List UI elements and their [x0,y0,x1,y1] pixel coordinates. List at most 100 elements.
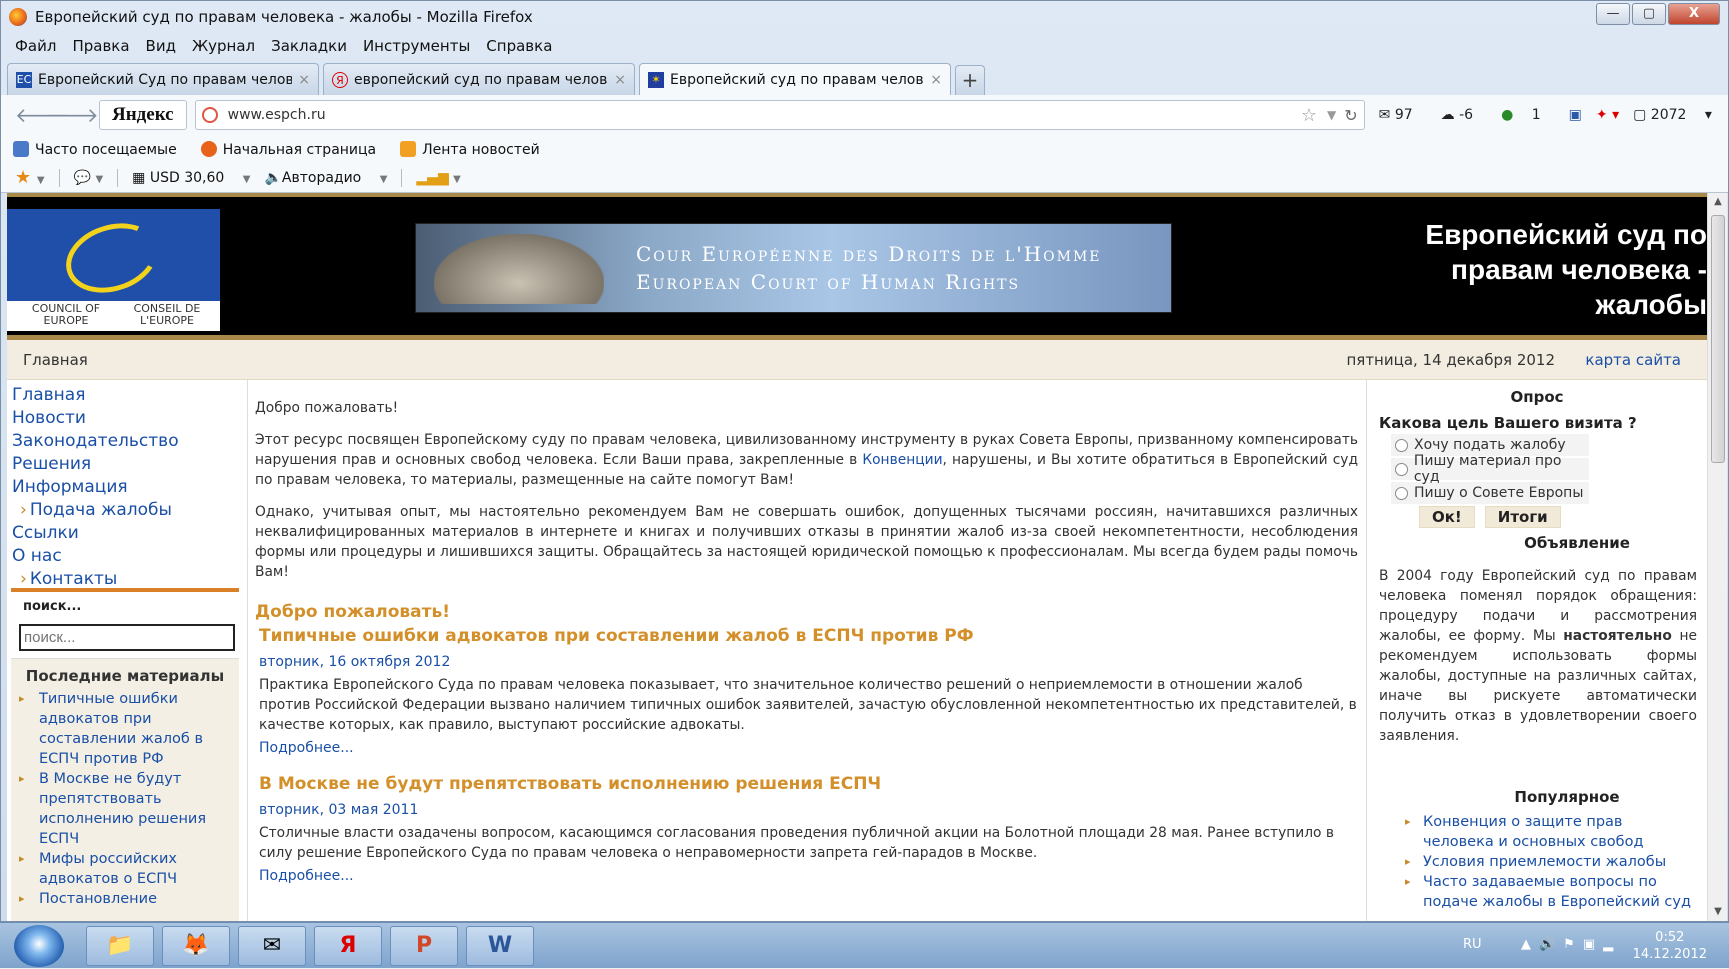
popular-item[interactable]: Условия приемлемости жалобы [1405,852,1697,872]
separator [58,168,60,187]
radio-button[interactable] [1395,438,1408,452]
addon-icon[interactable]: ▣ [1569,107,1582,123]
back-arrow-icon[interactable]: 🡐 [15,103,69,127]
bookmark-home-page[interactable]: Начальная страница [200,140,388,158]
figure-icon[interactable]: ✦ ▾ [1596,107,1619,123]
forward-arrow-icon[interactable]: 🡒 [45,103,99,127]
article-text: Столичные власти озадачены вопросом, кас… [259,825,1334,861]
site-header: COUNCIL OF EUROPE CONSEIL DE L'EUROPE Co… [7,193,1707,340]
most-visited-icon [13,140,29,157]
signal-icon[interactable]: ▂▄▆ ▼ [416,170,460,186]
results-button[interactable]: Итоги [1484,506,1561,528]
article-text: Практика Европейского Суда по правам чел… [259,677,1357,733]
tab-label: европейский суд по правам челове... [354,71,609,88]
menu-item-home[interactable]: Главная [12,384,241,407]
menu-item-links[interactable]: Ссылки [12,522,241,545]
tab-1[interactable]: ЕС Европейский Суд по правам челове... × [7,63,319,95]
language-indicator[interactable]: RU [1463,937,1482,952]
recent-item[interactable]: Типичные ошибки адвокатов при составлени… [19,689,233,769]
chat-icon[interactable]: 💬 ▼ [74,170,104,186]
currency-widget[interactable]: ▦ USD 30,60 ▼ [132,170,250,186]
separator [401,168,403,187]
counter-widget[interactable]: ● 1 [1501,107,1555,123]
site-title: Европейский суд по правам человека - жал… [1425,219,1707,320]
scroll-up-icon[interactable]: ▲ [1708,193,1728,211]
popular-item[interactable]: Часто задаваемые вопросы по подаче жалоб… [1405,872,1697,912]
yandex-taskbar-icon[interactable]: Я [314,926,382,966]
minimize-button[interactable]: — [1596,3,1630,25]
new-tab-button[interactable]: + [955,65,985,95]
menu-history[interactable]: Журнал [192,37,255,55]
menu-item-news[interactable]: Новости [12,407,241,430]
tab-close-icon[interactable]: × [930,72,942,88]
mail-taskbar-icon[interactable]: ✉ [238,926,306,966]
menu-help[interactable]: Справка [486,37,552,55]
poll-option[interactable]: Пишу материал про суд [1391,453,1589,485]
tab-2[interactable]: Я европейский суд по правам челове... × [323,63,635,95]
close-button[interactable]: X [1668,3,1720,25]
current-date: пятница, 14 декабря 2012 [1346,351,1555,369]
bookmark-star-icon[interactable]: ☆ [1301,105,1317,126]
tab-close-icon[interactable]: × [614,72,626,88]
radio-button[interactable] [1395,486,1408,500]
sitemap-link[interactable]: карта сайта [1585,351,1681,369]
read-more-link[interactable]: Подробнее... [259,868,1358,884]
menu-item-decisions[interactable]: Решения [12,453,241,476]
article-title[interactable]: Типичные ошибки адвокатов при составлени… [259,626,1358,646]
page-scrollbar[interactable]: ▲ ▼ [1707,193,1727,921]
powerpoint-taskbar-icon[interactable]: P [390,926,458,966]
bookmark-most-visited[interactable]: Часто посещаемые [13,140,189,158]
menu-item-submit-complaint[interactable]: Подача жалобы [12,499,241,522]
article-date: вторник, 16 октября 2012 [259,654,451,670]
favorites-star-icon[interactable]: ★ ▼ [15,167,45,188]
clock[interactable]: 0:52 14.12.2012 [1633,929,1707,963]
poll-question: Какова цель Вашего визита ? [1379,414,1637,432]
article-title[interactable]: В Москве не будут препятствовать исполне… [259,774,1358,794]
menu-item-information[interactable]: Информация [12,476,241,499]
firefox-taskbar-icon[interactable]: 🦊 [162,926,230,966]
pages-widget[interactable]: ▢ 2072 ▾ [1633,107,1712,123]
reload-icon[interactable]: ↻ [1344,106,1357,125]
breadcrumb-home[interactable]: Главная [23,351,88,369]
tray-icons[interactable]: ▲🔊⚑▣▂ [1521,937,1621,952]
radio-button[interactable] [1395,462,1408,476]
tab-close-icon[interactable]: × [298,72,310,88]
recent-item[interactable]: Мифы российских адвокатов о ЕСПЧ [19,849,233,889]
bookmark-news-feed[interactable]: Лента новостей [400,140,552,158]
menu-file[interactable]: Файл [15,37,56,55]
mail-widget[interactable]: ✉ 97 [1379,107,1427,123]
radio-widget[interactable]: 🔈Авторадио ▼ [264,170,387,186]
menu-tools[interactable]: Инструменты [363,37,470,55]
scroll-down-icon[interactable]: ▼ [1708,903,1728,921]
navigation-bar: 🡐 🡒 Яндекс www.espch.ru ☆ ▼ ↻ ✉ 97 ☁ -6 … [1,95,1728,135]
menu-bookmarks[interactable]: Закладки [271,37,347,55]
rss-icon [400,140,417,157]
bookmark-label: Часто посещаемые [35,141,177,158]
scrollbar-thumb[interactable] [1711,215,1725,463]
recent-item[interactable]: Постановление [19,889,233,909]
menu-edit[interactable]: Правка [72,37,129,55]
address-bar[interactable]: www.espch.ru ☆ ▼ ↻ [194,100,1365,130]
weather-widget[interactable]: ☁ -6 [1441,107,1487,123]
menu-item-about[interactable]: О нас [12,545,241,568]
council-of-europe-logo[interactable]: COUNCIL OF EUROPE CONSEIL DE L'EUROPE [7,209,220,331]
read-more-link[interactable]: Подробнее... [259,740,1358,756]
start-button[interactable] [14,925,64,967]
word-taskbar-icon[interactable]: W [466,926,534,966]
poll-option[interactable]: Пишу о Совете Европы [1391,482,1589,504]
popular-item[interactable]: Конвенция о защите прав человека и основ… [1405,812,1697,852]
url-dropdown-icon[interactable]: ▼ [1327,108,1336,122]
search-input[interactable] [19,624,235,651]
window-controls: — ▢ X [1594,3,1720,25]
menu-item-legislation[interactable]: Законодательство [12,430,241,453]
yandex-button[interactable]: Яндекс [99,100,187,130]
poll-title: Опрос [1510,388,1564,406]
menu-view[interactable]: Вид [146,37,176,55]
maximize-button[interactable]: ▢ [1632,3,1666,25]
explorer-taskbar-icon[interactable]: 📁 [86,926,154,966]
recent-item[interactable]: В Москве не будут препятствовать исполне… [19,769,233,849]
site-identity-icon[interactable] [201,107,218,123]
tab-3-active[interactable]: ✶ Европейский суд по правам челове... × [639,63,951,95]
vote-button[interactable]: Ок! [1419,506,1475,528]
convention-link[interactable]: Конвенции [862,452,942,468]
